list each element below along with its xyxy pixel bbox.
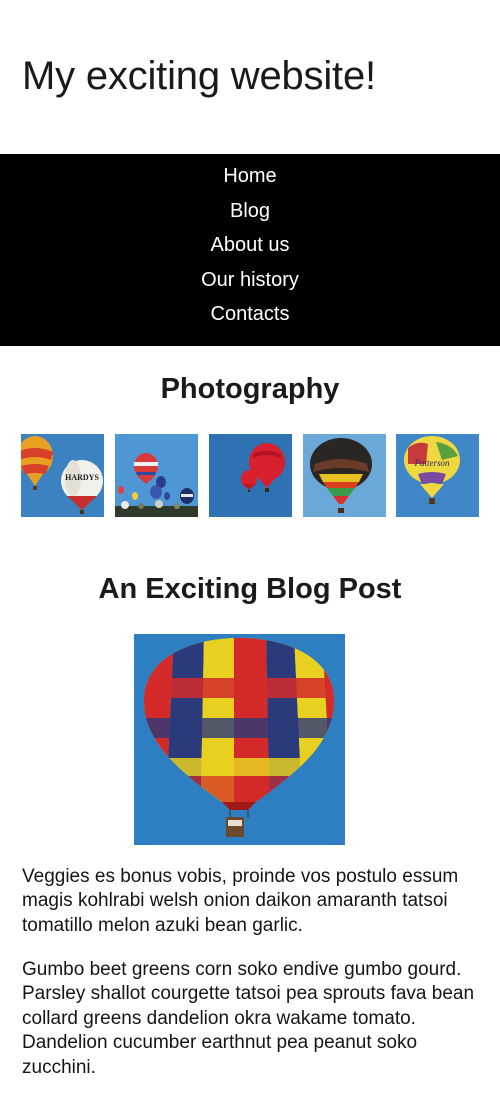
gallery-thumbnail-2[interactable] [115, 434, 198, 517]
nav-link-our-history[interactable]: Our history [201, 269, 299, 291]
gallery-thumbnail-5[interactable]: Patterson [396, 434, 479, 517]
gallery-thumbnail-4[interactable] [303, 434, 386, 517]
blog-paragraph-2: Gumbo beet greens corn soko endive gumbo… [22, 959, 475, 1078]
balloon-photo-icon [115, 434, 198, 517]
gallery-thumbnail-3[interactable] [209, 434, 292, 517]
nav-link-about-us[interactable]: About us [211, 234, 290, 256]
blog-post-heading: An Exciting Blog Post [98, 573, 402, 605]
svg-text:Patterson: Patterson [414, 458, 450, 468]
balloon-photo-icon: HARDYS [21, 434, 104, 517]
gallery-thumbnail-1[interactable]: HARDYS [21, 434, 104, 517]
nav-item-blog: Blog [0, 196, 500, 231]
site-title: My exciting website! [22, 54, 376, 98]
nav-link-blog[interactable]: Blog [230, 200, 270, 222]
main-navigation: Home Blog About us Our history Contacts [0, 154, 500, 346]
nav-item-contacts: Contacts [0, 299, 500, 334]
balloon-photo-icon [303, 434, 386, 517]
balloon-photo-icon [134, 634, 345, 845]
nav-link-home[interactable]: Home [223, 165, 276, 187]
nav-item-home: Home [0, 161, 500, 196]
nav-link-contacts[interactable]: Contacts [211, 303, 290, 325]
photography-heading: Photography [160, 373, 340, 405]
nav-list: Home Blog About us Our history Contacts [0, 154, 500, 334]
nav-item-our-history: Our history [0, 265, 500, 300]
balloon-photo-icon [209, 434, 292, 517]
blog-paragraph-1: Veggies es bonus vobis, proinde vos post… [22, 866, 459, 936]
blog-post-image [134, 634, 345, 845]
balloon-photo-icon: Patterson [396, 434, 479, 517]
photo-gallery: HARDYS Patterson [21, 434, 481, 518]
svg-text:HARDYS: HARDYS [65, 473, 99, 482]
nav-item-about-us: About us [0, 230, 500, 265]
